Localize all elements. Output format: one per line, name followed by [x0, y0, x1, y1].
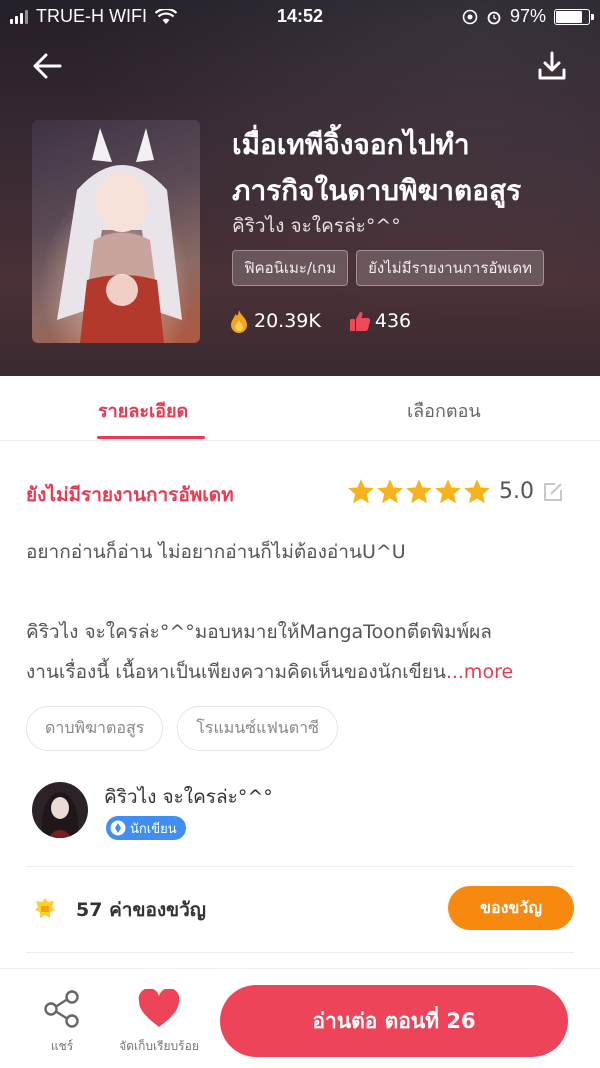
heart-icon	[138, 988, 180, 1027]
copyright-notice: คิริวไง จะใครล่ะ°^°มอบหมายให้MangaToonตี…	[26, 612, 574, 692]
writer-badge-label: นักเขียน	[130, 821, 177, 837]
book-stats: 20.39K 436	[228, 309, 411, 333]
share-button[interactable]: แชร์	[34, 989, 90, 1056]
book-author: คิริวไง จะใครล่ะ°^°	[232, 215, 401, 237]
tag-update-status[interactable]: ยังไม่มีรายงานการอัพเดท	[356, 250, 545, 286]
views-stat: 20.39K	[228, 309, 321, 333]
writer-badge: นักเขียน	[106, 816, 186, 840]
genre-tag-romance-fantasy[interactable]: โรแมนซ์แฟนตาซี	[177, 706, 338, 751]
location-icon	[462, 9, 478, 24]
star-icon	[464, 479, 490, 504]
gift-count-value: 57	[76, 899, 103, 921]
gift-row: 57 ค่าของขวัญ ของขวัญ	[26, 884, 574, 934]
book-title-line-2: ภารกิจในดาบพิฆาตอสูร	[232, 174, 522, 207]
author-name[interactable]: คิริวไง จะใครล่ะ°^°	[104, 782, 273, 812]
tag-category[interactable]: ฟิคอนิเมะ/เกม	[232, 250, 349, 286]
likes-stat: 436	[349, 310, 411, 332]
favorite-button[interactable]: จัดเก็บเรียบร้อย	[110, 988, 208, 1056]
back-arrow-icon[interactable]	[30, 48, 66, 84]
gift-count: 57 ค่าของขวัญ	[76, 895, 206, 925]
divider	[26, 952, 574, 953]
rating-value: 5.0	[499, 479, 534, 504]
author-avatar[interactable]	[32, 782, 88, 838]
rating-stars	[347, 478, 491, 505]
gift-icon	[35, 898, 55, 918]
star-icon	[435, 479, 461, 504]
pen-badge-icon	[110, 820, 126, 836]
genre-tags: ดาบพิฆาตอสูร โรแมนซ์แฟนตาซี	[26, 706, 338, 751]
description: อยากอ่านก็อ่าน ไม่อยากอ่านก็ไม่ต้องอ่านU…	[26, 541, 406, 563]
star-icon	[377, 479, 403, 504]
star-icon	[348, 479, 374, 504]
book-cover	[32, 120, 200, 343]
share-label: แชร์	[50, 1039, 74, 1053]
battery-percent: 97%	[509, 6, 546, 26]
rating: 5.0	[347, 478, 564, 505]
more-link[interactable]: ...more	[446, 661, 513, 683]
status-bar: TRUE-H WIFI 14:52 97%	[0, 0, 600, 34]
favorite-label: จัดเก็บเรียบร้อย	[119, 1039, 199, 1053]
continue-reading-button[interactable]: อ่านต่อ ตอนที่ 26	[220, 985, 568, 1057]
author-card[interactable]: คิริวไง จะใครล่ะ°^° นักเขียน	[26, 782, 574, 848]
views-count: 20.39K	[254, 310, 321, 332]
gift-count-label: ค่าของขวัญ	[109, 899, 206, 921]
book-tags: ฟิคอนิเมะ/เกม ยังไม่มีรายงานการอัพเดท	[232, 250, 545, 286]
copyright-notice-line-2: งานเรื่องนี้ เนื้อหาเป็นเพียงความคิดเห็น…	[26, 661, 446, 683]
download-icon[interactable]	[536, 50, 568, 82]
flame-icon	[231, 310, 247, 333]
book-header: TRUE-H WIFI 14:52 97% เมื่อเทพีจิ้งจอกไป…	[0, 0, 600, 376]
tab-details[interactable]: รายละเอียด	[98, 396, 188, 425]
star-icon	[406, 479, 432, 504]
update-status: ยังไม่มีรายงานการอัพเดท	[26, 484, 234, 506]
divider	[26, 866, 574, 867]
gift-button[interactable]: ของขวัญ	[448, 886, 574, 930]
bottom-bar: แชร์ จัดเก็บเรียบร้อย อ่านต่อ ตอนที่ 26	[0, 968, 600, 1068]
thumbs-up-icon	[349, 312, 370, 331]
tab-episodes[interactable]: เลือกตอน	[407, 396, 481, 425]
edit-rating-icon[interactable]	[542, 481, 564, 503]
active-tab-indicator	[97, 436, 205, 439]
genre-tag-demon-slayer[interactable]: ดาบพิฆาตอสูร	[26, 706, 164, 751]
battery-icon	[554, 8, 594, 25]
book-title: เมื่อเทพีจิ้งจอกไปทำ ภารกิจในดาบพิฆาตอสู…	[232, 122, 572, 214]
likes-count: 436	[374, 310, 412, 332]
book-title-line-1: เมื่อเทพีจิ้งจอกไปทำ	[232, 128, 470, 161]
copyright-notice-line-1: คิริวไง จะใครล่ะ°^°มอบหมายให้MangaToonตี…	[26, 621, 492, 643]
tab-bar: รายละเอียด เลือกตอน	[0, 376, 600, 441]
alarm-icon	[487, 11, 501, 24]
share-icon	[44, 990, 79, 1028]
